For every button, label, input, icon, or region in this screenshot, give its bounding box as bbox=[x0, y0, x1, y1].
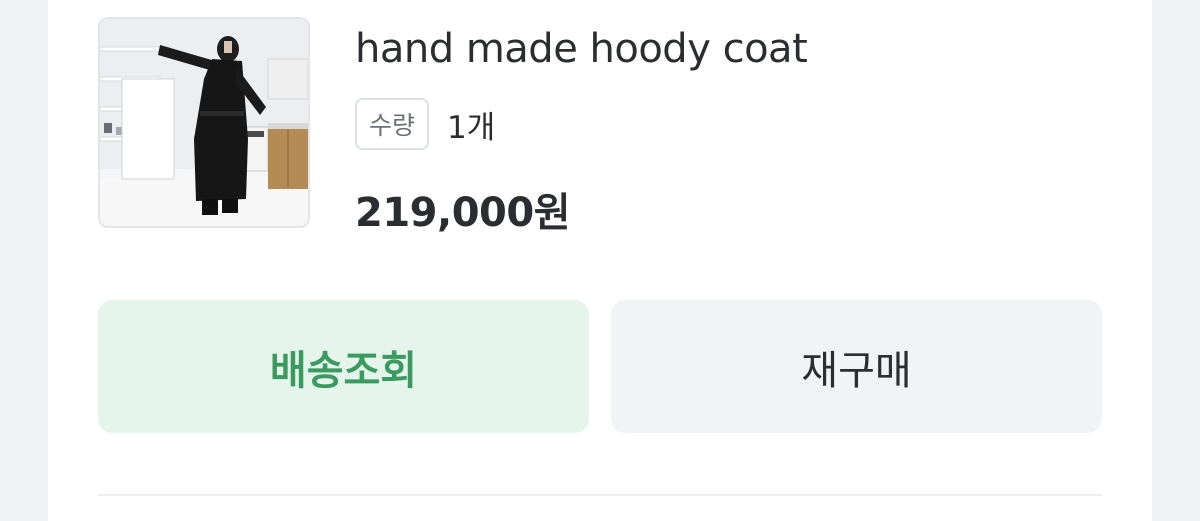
order-item-card: hand made hoody coat 수량 1개 219,000원 배송조회… bbox=[48, 0, 1152, 521]
quantity-badge: 수량 bbox=[355, 98, 429, 150]
section-divider bbox=[98, 494, 1102, 496]
reorder-button[interactable]: 재구매 bbox=[611, 300, 1102, 433]
track-delivery-button[interactable]: 배송조회 bbox=[98, 300, 589, 433]
product-name[interactable]: hand made hoody coat bbox=[355, 26, 808, 72]
product-price: 219,000원 bbox=[355, 190, 571, 236]
quantity-value: 1개 bbox=[447, 109, 496, 146]
quantity-row: 수량 1개 bbox=[355, 96, 495, 152]
product-thumbnail[interactable] bbox=[98, 17, 310, 228]
product-photo-image bbox=[100, 19, 308, 226]
